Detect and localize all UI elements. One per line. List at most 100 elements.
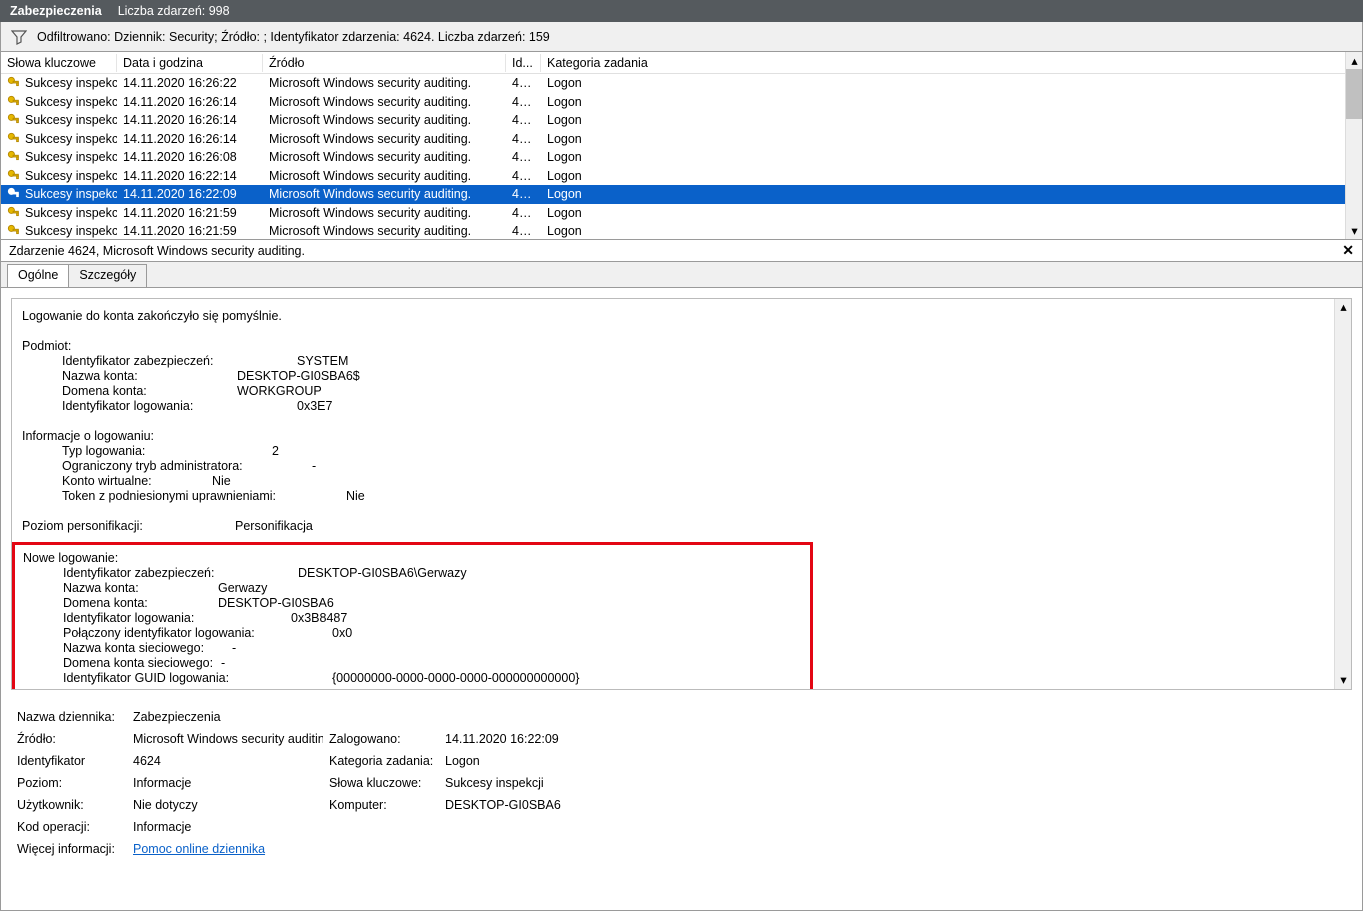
meta-logged-label: Zalogowano: — [329, 732, 439, 746]
event-datetime: 14.11.2020 16:26:14 — [117, 132, 263, 146]
impersonation-label: Poziom personifikacji: — [22, 519, 235, 534]
tab-details[interactable]: Szczegóły — [68, 264, 147, 287]
logon-type-label: Typ logowania: — [62, 444, 272, 459]
general-text-area[interactable]: Logowanie do konta zakończyło się pomyśl… — [11, 298, 1352, 690]
newlogon-netname-value: - — [232, 641, 236, 656]
event-row[interactable]: Sukcesy inspekcji14.11.2020 16:26:14Micr… — [1, 111, 1362, 130]
subject-sid-value: SYSTEM — [297, 354, 348, 369]
event-category: Logon — [541, 206, 1362, 220]
title-bar: Zabezpieczenia Liczba zdarzeń: 998 — [0, 0, 1363, 22]
newlogon-netname-label: Nazwa konta sieciowego: — [63, 641, 232, 656]
newlogon-guid-label: Identyfikator GUID logowania: — [63, 671, 332, 686]
event-row[interactable]: Sukcesy inspekcji14.11.2020 16:26:22Micr… — [1, 74, 1362, 93]
event-properties: Nazwa dziennika: Zabezpieczenia Źródło: … — [17, 710, 1346, 856]
newlogon-sid-value: DESKTOP-GI0SBA6\Gerwazy — [298, 566, 467, 581]
tab-general[interactable]: Ogólne — [7, 264, 69, 287]
event-source: Microsoft Windows security auditing. — [263, 169, 506, 183]
event-category: Logon — [541, 150, 1362, 164]
scroll-thumb[interactable] — [1346, 69, 1363, 119]
meta-opcode-value: Informacje — [133, 820, 323, 834]
col-id-header[interactable]: Id... — [506, 54, 541, 72]
close-icon[interactable]: ✕ — [1342, 242, 1354, 259]
event-category: Logon — [541, 224, 1362, 238]
meta-category-label: Kategoria zadania: — [329, 754, 439, 768]
event-source: Microsoft Windows security auditing. — [263, 187, 506, 201]
col-category-header[interactable]: Kategoria zadania — [541, 54, 1362, 72]
key-icon — [7, 150, 21, 164]
general-scrollbar[interactable]: ▴ ▾ — [1334, 299, 1351, 689]
event-source: Microsoft Windows security auditing. — [263, 76, 506, 90]
meta-level-label: Poziom: — [17, 776, 127, 790]
meta-id-value: 4624 — [133, 754, 323, 768]
event-id: 4624 — [506, 187, 541, 201]
meta-computer-label: Komputer: — [329, 798, 439, 812]
key-icon — [7, 132, 21, 146]
newlogon-logonid-label: Identyfikator logowania: — [63, 611, 291, 626]
col-datetime-header[interactable]: Data i godzina — [117, 54, 263, 72]
event-id: 4624 — [506, 150, 541, 164]
event-row[interactable]: Sukcesy inspekcji14.11.2020 16:26:08Micr… — [1, 148, 1362, 167]
newlogon-sid-label: Identyfikator zabezpieczeń: — [63, 566, 298, 581]
newlogon-logonid-value: 0x3B8487 — [291, 611, 347, 626]
event-category: Logon — [541, 132, 1362, 146]
key-icon — [7, 206, 21, 220]
col-source-header[interactable]: Źródło — [263, 54, 506, 72]
detail-body: Logowanie do konta zakończyło się pomyśl… — [0, 288, 1363, 911]
detail-tabs: Ogólne Szczegóły — [0, 262, 1363, 288]
event-id: 4624 — [506, 206, 541, 220]
key-icon — [7, 113, 21, 127]
scroll-up-icon[interactable]: ▴ — [1346, 52, 1363, 69]
event-source: Microsoft Windows security auditing. — [263, 95, 506, 109]
col-keyword-header[interactable]: Słowa kluczowe — [1, 54, 117, 72]
scroll-up-icon[interactable]: ▴ — [1335, 299, 1352, 316]
event-category: Logon — [541, 95, 1362, 109]
events-scrollbar[interactable]: ▴ ▾ — [1345, 52, 1362, 239]
key-icon — [7, 224, 21, 238]
subject-logonid-value: 0x3E7 — [297, 399, 332, 414]
subject-sid-label: Identyfikator zabezpieczeń: — [62, 354, 297, 369]
event-row[interactable]: Sukcesy inspekcji14.11.2020 16:26:14Micr… — [1, 93, 1362, 112]
event-source: Microsoft Windows security auditing. — [263, 150, 506, 164]
event-keyword: Sukcesy inspekcji — [25, 150, 117, 164]
event-datetime: 14.11.2020 16:26:08 — [117, 150, 263, 164]
event-source: Microsoft Windows security auditing. — [263, 224, 506, 238]
newlogon-linked-value: 0x0 — [332, 626, 352, 641]
event-datetime: 14.11.2020 16:26:14 — [117, 95, 263, 109]
elevated-token-value: Nie — [346, 489, 365, 504]
scroll-down-icon[interactable]: ▾ — [1335, 672, 1352, 689]
event-keyword: Sukcesy inspekcji — [25, 187, 117, 201]
events-column-header[interactable]: Słowa kluczowe Data i godzina Źródło Id.… — [1, 52, 1362, 74]
key-icon — [7, 187, 21, 201]
event-row[interactable]: Sukcesy inspekcji14.11.2020 16:26:14Micr… — [1, 130, 1362, 149]
more-info-link[interactable]: Pomoc online dziennika — [133, 842, 265, 856]
newlogon-linked-label: Połączony identyfikator logowania: — [63, 626, 332, 641]
restricted-admin-value: - — [312, 459, 316, 474]
meta-moreinfo-label: Więcej informacji: — [17, 842, 127, 856]
event-keyword: Sukcesy inspekcji — [25, 224, 117, 238]
scroll-down-icon[interactable]: ▾ — [1346, 222, 1363, 239]
event-datetime: 14.11.2020 16:26:14 — [117, 113, 263, 127]
event-row[interactable]: Sukcesy inspekcji14.11.2020 16:22:09Micr… — [1, 185, 1362, 204]
event-row[interactable]: Sukcesy inspekcji14.11.2020 16:21:59Micr… — [1, 222, 1362, 240]
event-source: Microsoft Windows security auditing. — [263, 113, 506, 127]
meta-category-value: Logon — [445, 754, 1346, 768]
event-row[interactable]: Sukcesy inspekcji14.11.2020 16:21:59Micr… — [1, 204, 1362, 223]
meta-logname-value: Zabezpieczenia — [133, 710, 323, 724]
general-intro: Logowanie do konta zakończyło się pomyśl… — [22, 309, 1341, 324]
new-logon-heading: Nowe logowanie: — [23, 551, 802, 566]
event-category: Logon — [541, 169, 1362, 183]
meta-opcode-label: Kod operacji: — [17, 820, 127, 834]
meta-keywords-value: Sukcesy inspekcji — [445, 776, 1346, 790]
meta-level-value: Informacje — [133, 776, 323, 790]
virtual-account-label: Konto wirtualne: — [62, 474, 212, 489]
meta-source-label: Źródło: — [17, 732, 127, 746]
logon-info-heading: Informacje o logowaniu: — [22, 429, 1341, 444]
event-keyword: Sukcesy inspekcji — [25, 76, 117, 90]
subject-name-label: Nazwa konta: — [62, 369, 237, 384]
event-id: 4624 — [506, 113, 541, 127]
newlogon-name-value: Gerwazy — [218, 581, 267, 596]
event-row[interactable]: Sukcesy inspekcji14.11.2020 16:22:14Micr… — [1, 167, 1362, 186]
event-id: 4624 — [506, 224, 541, 238]
key-icon — [7, 95, 21, 109]
event-datetime: 14.11.2020 16:22:09 — [117, 187, 263, 201]
